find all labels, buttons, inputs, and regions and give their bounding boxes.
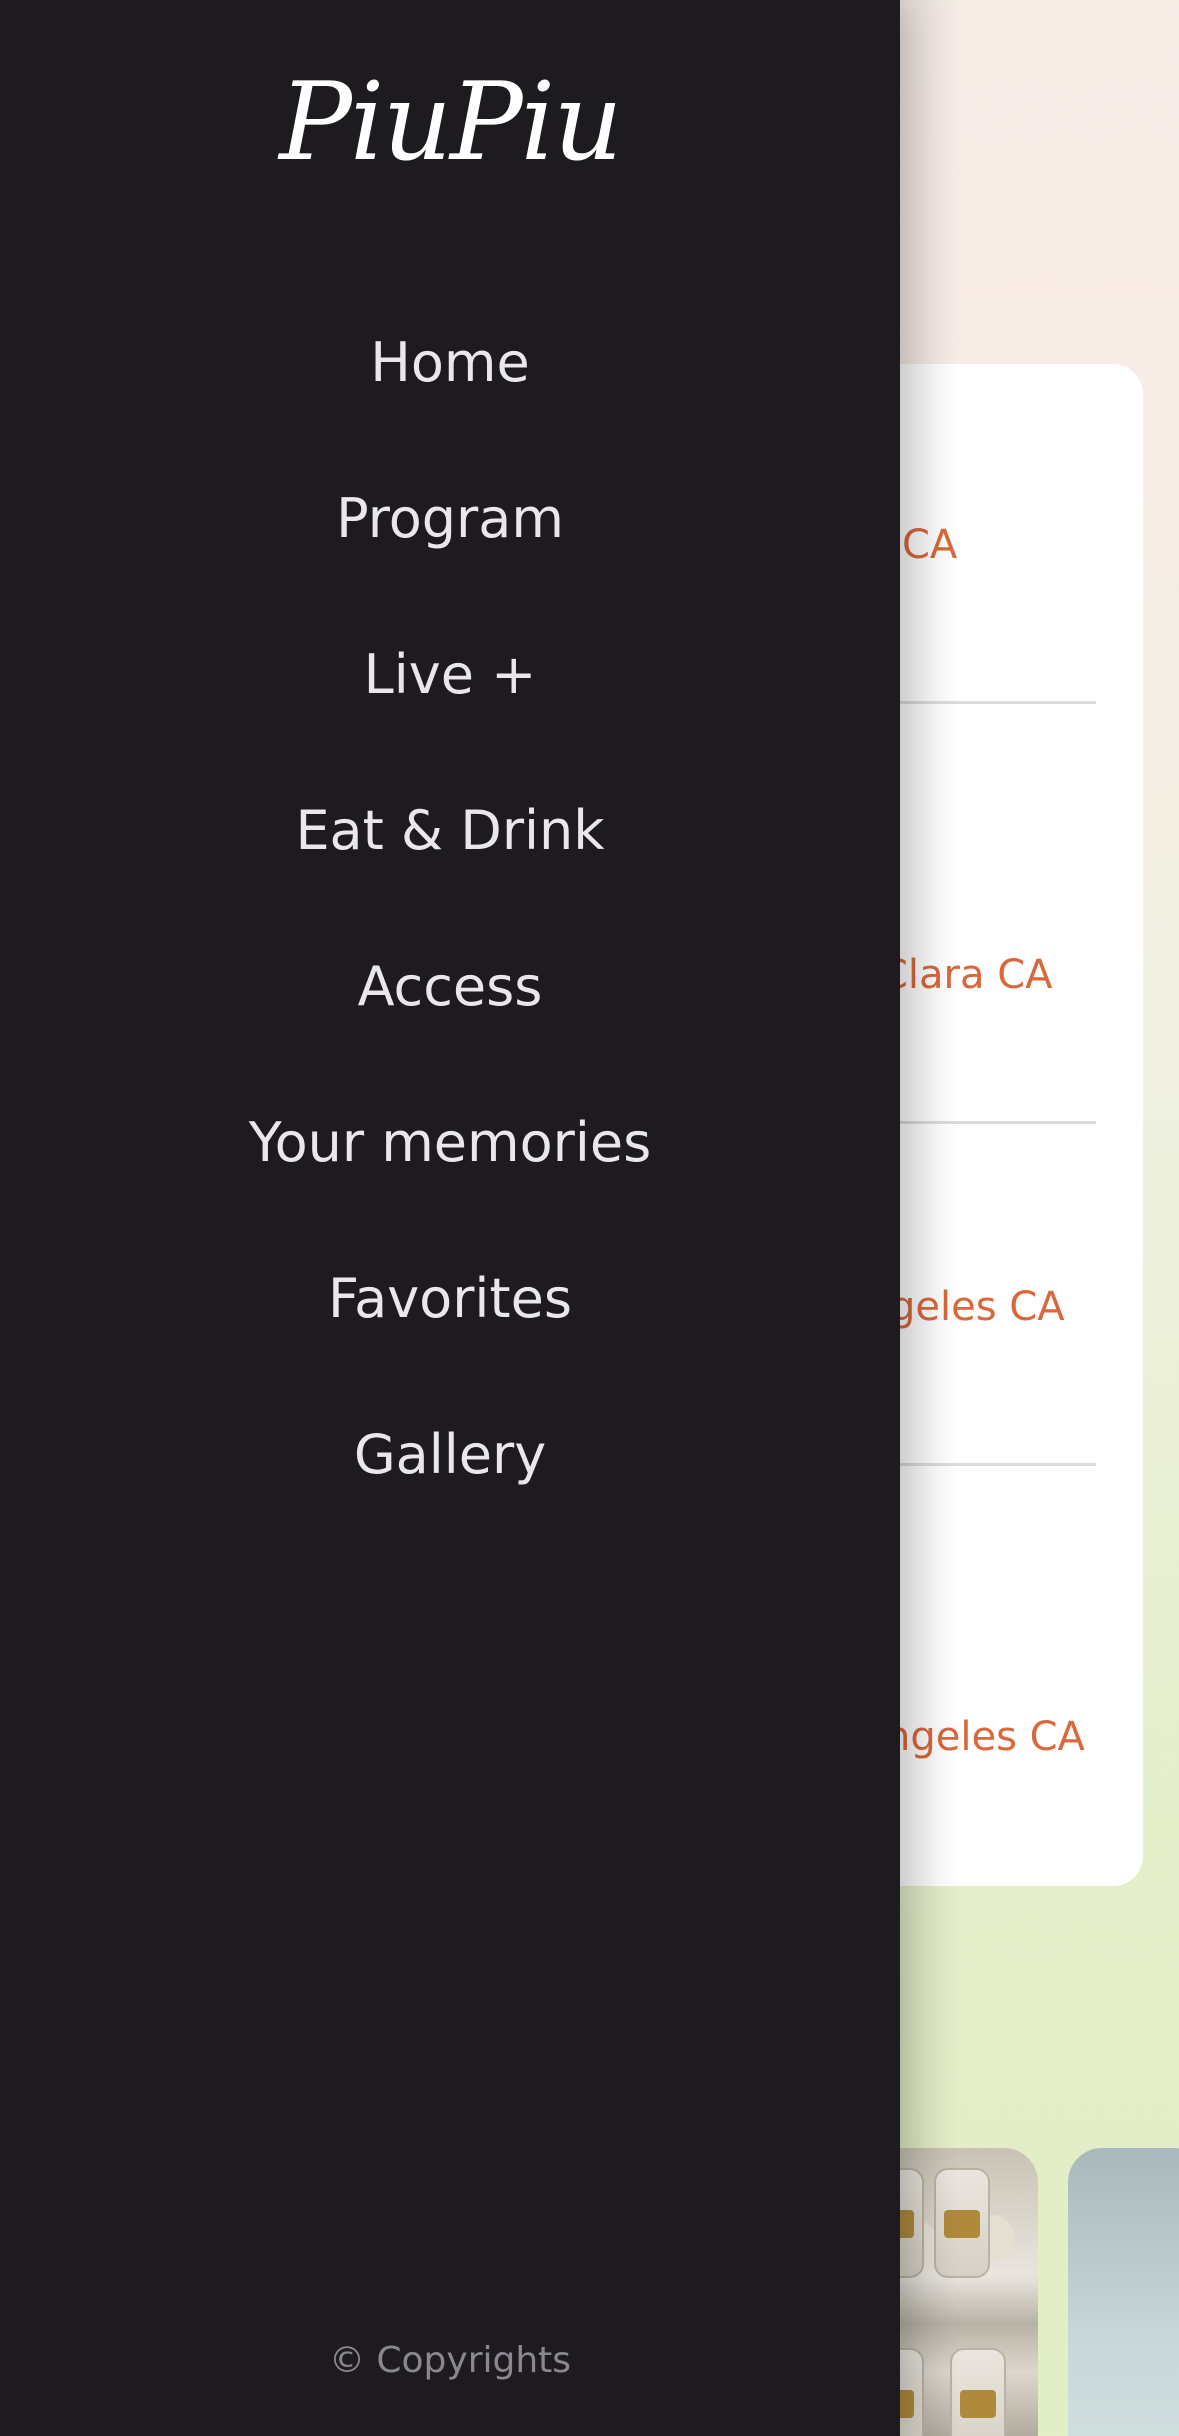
navigation-drawer: PiuPiu Home Program Live + Eat & Drink A… bbox=[0, 0, 900, 2436]
nav-item-access[interactable]: Access bbox=[0, 960, 900, 1014]
nav-item-program[interactable]: Program bbox=[0, 492, 900, 546]
copyright-text: © Copyrights bbox=[328, 2340, 572, 2381]
nav-item-eat-drink[interactable]: Eat & Drink bbox=[0, 804, 900, 858]
nav-item-gallery[interactable]: Gallery bbox=[0, 1428, 900, 1482]
app-logo[interactable]: PiuPiu bbox=[0, 60, 900, 185]
nav-item-favorites[interactable]: Favorites bbox=[0, 1272, 900, 1326]
nav-item-your-memories[interactable]: Your memories bbox=[0, 1116, 900, 1170]
nav-item-home[interactable]: Home bbox=[0, 336, 900, 390]
drawer-shadow bbox=[900, 0, 960, 2436]
gallery-thumbnail[interactable] bbox=[1068, 2148, 1179, 2436]
nav-item-live-plus[interactable]: Live + bbox=[0, 648, 900, 702]
